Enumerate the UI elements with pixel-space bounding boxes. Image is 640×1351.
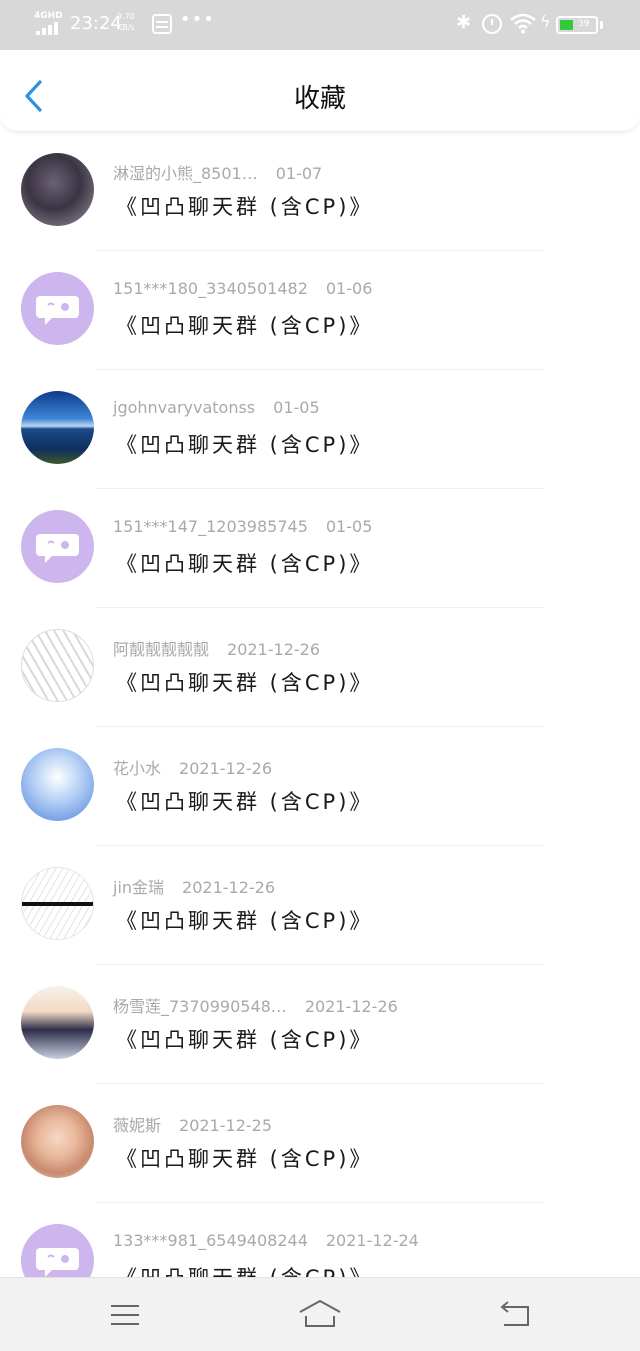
sender-name: 阿靓靓靓靓靓: [113, 640, 210, 659]
favorite-item[interactable]: 阿靓靓靓靓靓 2021-12-26 《凹凸聊天群 (含CP)》: [0, 608, 640, 727]
item-message: 《凹凸聊天群 (含CP)》: [116, 1147, 374, 1171]
item-message: 《凹凸聊天群 (含CP)》: [116, 909, 374, 933]
item-message: 《凹凸聊天群 (含CP)》: [116, 790, 374, 814]
item-date: 01-06: [325, 279, 373, 298]
item-date: 2021-12-24: [325, 1231, 419, 1250]
page-title: 收藏: [293, 84, 346, 114]
bluetooth-icon: ✱: [456, 12, 472, 33]
battery-fill: [560, 20, 573, 30]
item-message: 《凹凸聊天群 (含CP)》: [116, 433, 374, 457]
sender-name: 杨雪莲_7370990548…: [113, 997, 287, 1016]
item-message: 《凹凸聊天群 (含CP)》: [116, 1028, 374, 1052]
network-type: 4GHD: [34, 11, 63, 21]
item-date: 01-05: [273, 398, 320, 417]
return-button[interactable]: [496, 1298, 536, 1334]
sender-name: 淋湿的小熊_8501…: [113, 164, 258, 183]
sender-name: 薇妮斯: [113, 1116, 162, 1135]
item-message: 《凹凸聊天群 (含CP)》: [116, 1262, 373, 1277]
item-date: 2021-12-26: [182, 878, 276, 897]
item-meta: 杨雪莲_7370990548… 2021-12-26: [113, 993, 398, 1017]
app-notification-icon: [152, 14, 172, 34]
home-icon: [299, 1299, 341, 1327]
item-date: 2021-12-26: [227, 640, 320, 659]
network-speed-value: 9.70: [117, 12, 135, 21]
item-message: 《凹凸聊天群 (含CP)》: [116, 671, 374, 695]
sender-name: 151***180_3340501482: [113, 279, 308, 298]
avatar[interactable]: [21, 1105, 94, 1178]
item-date: 2021-12-26: [179, 759, 272, 778]
charging-icon: ϟ: [540, 12, 551, 31]
alarm-icon: [482, 14, 502, 34]
item-meta: 151***180_3340501482 01-06: [113, 279, 372, 298]
battery-level: 39: [578, 19, 590, 29]
menu-button[interactable]: [105, 1298, 145, 1334]
item-meta: 151***147_1203985745 01-05: [113, 517, 372, 536]
signal-icon: [36, 21, 62, 35]
item-message: 《凹凸聊天群 (含CP)》: [116, 552, 374, 576]
item-meta: 薇妮斯 2021-12-25: [113, 1112, 272, 1136]
avatar[interactable]: [21, 986, 94, 1059]
sender-name: jgohnvaryvatonss: [113, 398, 256, 417]
battery-icon: 39: [556, 16, 598, 34]
avatar[interactable]: [21, 748, 94, 821]
avatar[interactable]: [21, 153, 94, 226]
favorite-item[interactable]: jin金瑞 2021-12-26 《凹凸聊天群 (含CP)》: [0, 846, 640, 965]
item-date: 01-07: [275, 164, 323, 183]
avatar[interactable]: [21, 391, 94, 464]
item-meta: 淋湿的小熊_8501… 01-07: [113, 160, 322, 184]
favorites-list: 淋湿的小熊_8501… 01-07 《凹凸聊天群 (含CP)》 151***180…: [0, 132, 640, 1277]
home-button[interactable]: [298, 1298, 342, 1334]
avatar[interactable]: [21, 867, 94, 940]
item-date: 2021-12-26: [304, 997, 398, 1016]
avatar[interactable]: [21, 1224, 94, 1277]
sender-name: 151***147_1203985745: [113, 517, 308, 536]
sender-name: 133***981_6549408244: [113, 1231, 308, 1250]
network-speed: 9.70 KB/s: [117, 11, 135, 33]
default-avatar-icon: [36, 1248, 79, 1277]
favorite-item[interactable]: 151***180_3340501482 01-06 《凹凸聊天群 (含CP)》: [0, 251, 640, 370]
status-bar: 4GHD 23:24 9.70 KB/s ••• ✱ ϟ 39: [0, 0, 640, 50]
item-message: 《凹凸聊天群 (含CP)》: [116, 314, 374, 338]
favorite-item[interactable]: 薇妮斯 2021-12-25 《凹凸聊天群 (含CP)》: [0, 1084, 640, 1203]
item-date: 01-05: [325, 517, 373, 536]
default-avatar-icon: [36, 534, 79, 563]
menu-icon: [111, 1305, 139, 1325]
item-meta: 花小水 2021-12-26: [113, 755, 272, 779]
default-avatar-icon: [36, 296, 79, 325]
avatar[interactable]: [21, 510, 94, 583]
sender-name: 花小水: [113, 759, 162, 778]
header: 收藏: [0, 50, 640, 132]
item-message: 《凹凸聊天群 (含CP)》: [116, 195, 374, 219]
item-meta: jgohnvaryvatonss 01-05: [113, 398, 320, 417]
favorite-item[interactable]: 淋湿的小熊_8501… 01-07 《凹凸聊天群 (含CP)》: [0, 132, 640, 251]
favorite-item[interactable]: 杨雪莲_7370990548… 2021-12-26 《凹凸聊天群 (含CP)》: [0, 965, 640, 1084]
item-meta: jin金瑞 2021-12-26: [113, 874, 275, 898]
favorite-item[interactable]: 151***147_1203985745 01-05 《凹凸聊天群 (含CP)》: [0, 489, 640, 608]
item-meta: 133***981_6549408244 2021-12-24: [113, 1231, 419, 1250]
battery-cap: [600, 21, 603, 29]
favorite-item[interactable]: 花小水 2021-12-26 《凹凸聊天群 (含CP)》: [0, 727, 640, 846]
clock: 23:24: [70, 13, 122, 34]
favorite-item[interactable]: jgohnvaryvatonss 01-05 《凹凸聊天群 (含CP)》: [0, 370, 640, 489]
item-meta: 阿靓靓靓靓靓 2021-12-26: [113, 636, 320, 660]
favorite-item[interactable]: 133***981_6549408244 2021-12-24 《凹凸聊天群 (含…: [0, 1203, 640, 1277]
return-icon: [500, 1301, 529, 1326]
more-notifications-icon: •••: [180, 9, 215, 30]
wifi-icon: [510, 13, 536, 34]
avatar[interactable]: [21, 272, 94, 345]
item-date: 2021-12-25: [179, 1116, 272, 1135]
system-navigation-bar: [0, 1277, 640, 1351]
avatar[interactable]: [21, 629, 94, 702]
sender-name: jin金瑞: [113, 878, 165, 897]
network-speed-unit: KB/s: [117, 23, 135, 32]
